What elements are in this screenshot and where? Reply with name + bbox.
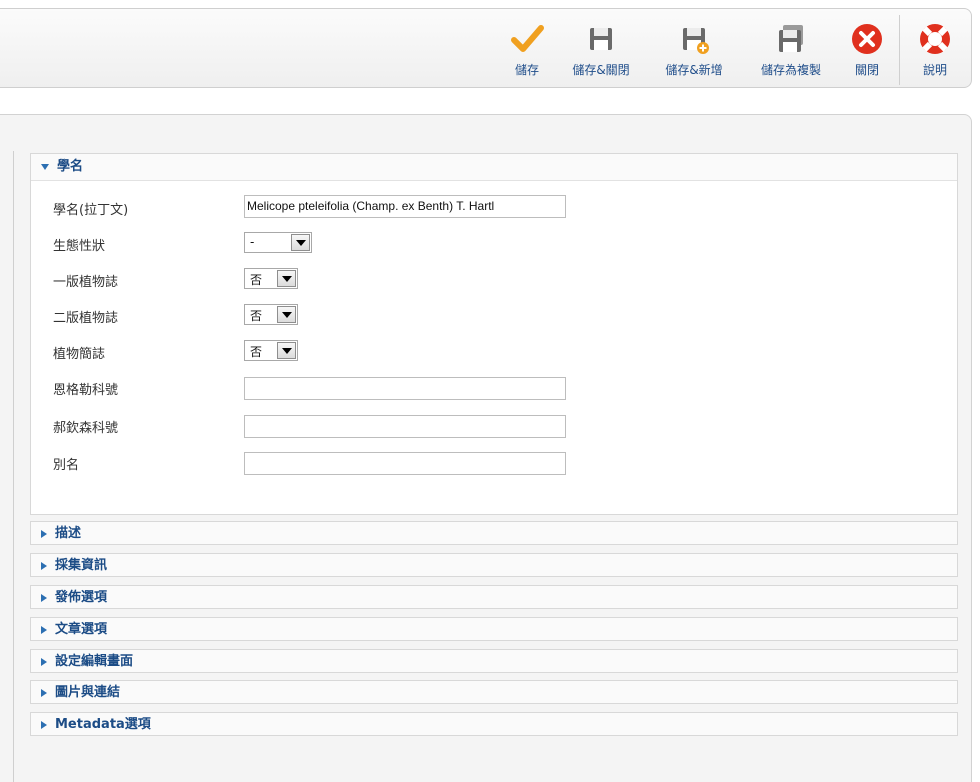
collapse-arrow-icon [41,720,47,729]
engler-number-input[interactable] [244,377,566,400]
section-title: 發佈選項 [55,590,108,605]
habit-select[interactable]: - [244,232,312,253]
collapse-arrow-icon [41,625,47,634]
section-collection-info[interactable]: 採集資訊 [30,553,958,577]
field-row-brief-flora: 植物簡誌 否 [53,339,953,365]
select-value: 否 [250,345,263,359]
select-value: 否 [250,309,263,323]
alias-input[interactable] [244,452,566,475]
section-title: 採集資訊 [55,558,108,573]
section-title: 設定編輯畫面 [55,654,134,669]
toolbar: 儲存 儲存&關閉 儲存&新增 儲存為複製 關閉 說明 [0,8,972,88]
section-title: Metadata選項 [55,717,151,732]
collapse-arrow-icon [41,561,47,570]
section-scientific-name: 學名 學名(拉丁文) Melicope pteleifolia (Champ. … [30,153,958,515]
dropdown-arrow-icon [277,342,296,359]
latin-name-input[interactable]: Melicope pteleifolia (Champ. ex Benth) T… [244,195,566,218]
field-label: 植物簡誌 [53,347,106,362]
help-lifebuoy-icon [920,24,950,54]
section-header[interactable]: 圖片與連結 [31,681,957,705]
field-label: 郝欽森科號 [53,421,119,436]
dropdown-arrow-icon [277,306,296,323]
section-title: 描述 [55,526,82,541]
section-metadata-options[interactable]: Metadata選項 [30,712,958,736]
help-button[interactable]: 說明 [915,21,955,85]
save-close-label: 儲存&關閉 [572,63,630,77]
collapse-arrow-icon [41,593,47,602]
dropdown-arrow-icon [277,270,296,287]
field-label: 恩格勒科號 [53,383,119,398]
save-new-label: 儲存&新增 [665,63,723,77]
collapse-arrow-icon [41,688,47,697]
section-header[interactable]: 發佈選項 [31,586,957,610]
save-copy-label: 儲存為複製 [760,63,821,77]
section-article-options[interactable]: 文章選項 [30,617,958,641]
section-header[interactable]: 採集資訊 [31,554,957,578]
section-header-scientific-name[interactable]: 學名 [31,154,957,180]
section-title: 圖片與連結 [55,685,121,700]
field-row-flora-v1: 一版植物誌 否 [53,267,953,293]
field-row-alias: 別名 [53,450,953,476]
section-description[interactable]: 描述 [30,521,958,545]
section-header[interactable]: 描述 [31,522,957,546]
field-row-latin-name: 學名(拉丁文) Melicope pteleifolia (Champ. ex … [53,195,953,221]
field-row-flora-v2: 二版植物誌 否 [53,303,953,329]
section-title: 學名 [57,159,84,174]
field-label: 別名 [53,458,80,473]
section-edit-screen[interactable]: 設定編輯畫面 [30,649,958,673]
field-label: 學名(拉丁文) [53,203,129,218]
section-header[interactable]: 文章選項 [31,618,957,642]
field-row-hutchinson-no: 郝欽森科號 [53,413,953,439]
section-images-links[interactable]: 圖片與連結 [30,680,958,704]
dropdown-arrow-icon [291,234,310,251]
save-button[interactable]: 儲存 [507,21,547,85]
section-body: 學名(拉丁文) Melicope pteleifolia (Champ. ex … [31,180,957,514]
select-value: 否 [250,273,263,287]
section-publish-options[interactable]: 發佈選項 [30,585,958,609]
expand-arrow-icon [41,163,49,170]
toolbar-separator [899,15,900,85]
save-close-button[interactable]: 儲存&關閉 [563,21,639,85]
collapse-arrow-icon [41,657,47,666]
save-close-icon [590,28,612,50]
select-value: - [250,235,255,249]
field-label: 二版植物誌 [53,311,119,326]
flora-v1-select[interactable]: 否 [244,268,298,289]
close-label: 關閉 [854,63,879,77]
checkmark-icon [511,25,544,52]
close-icon [852,24,882,54]
help-label: 說明 [922,63,947,77]
flora-v2-select[interactable]: 否 [244,304,298,325]
field-label: 生態性狀 [53,239,106,254]
field-label: 一版植物誌 [53,275,119,290]
hutchinson-number-input[interactable] [244,415,566,438]
save-button-label: 儲存 [514,63,539,77]
save-new-button[interactable]: 儲存&新增 [656,21,732,85]
save-copy-icon [779,25,803,52]
section-title: 文章選項 [55,622,108,637]
field-row-habit: 生態性狀 - [53,231,953,257]
brief-flora-select[interactable]: 否 [244,340,298,361]
collapse-arrow-icon [41,529,47,538]
close-button[interactable]: 關閉 [847,21,887,85]
field-row-engler-no: 恩格勒科號 [53,375,953,401]
save-new-icon [683,28,709,54]
save-copy-button[interactable]: 儲存為複製 [749,21,833,85]
section-header[interactable]: 設定編輯畫面 [31,650,957,674]
left-divider [13,151,14,782]
section-header[interactable]: Metadata選項 [31,713,957,737]
